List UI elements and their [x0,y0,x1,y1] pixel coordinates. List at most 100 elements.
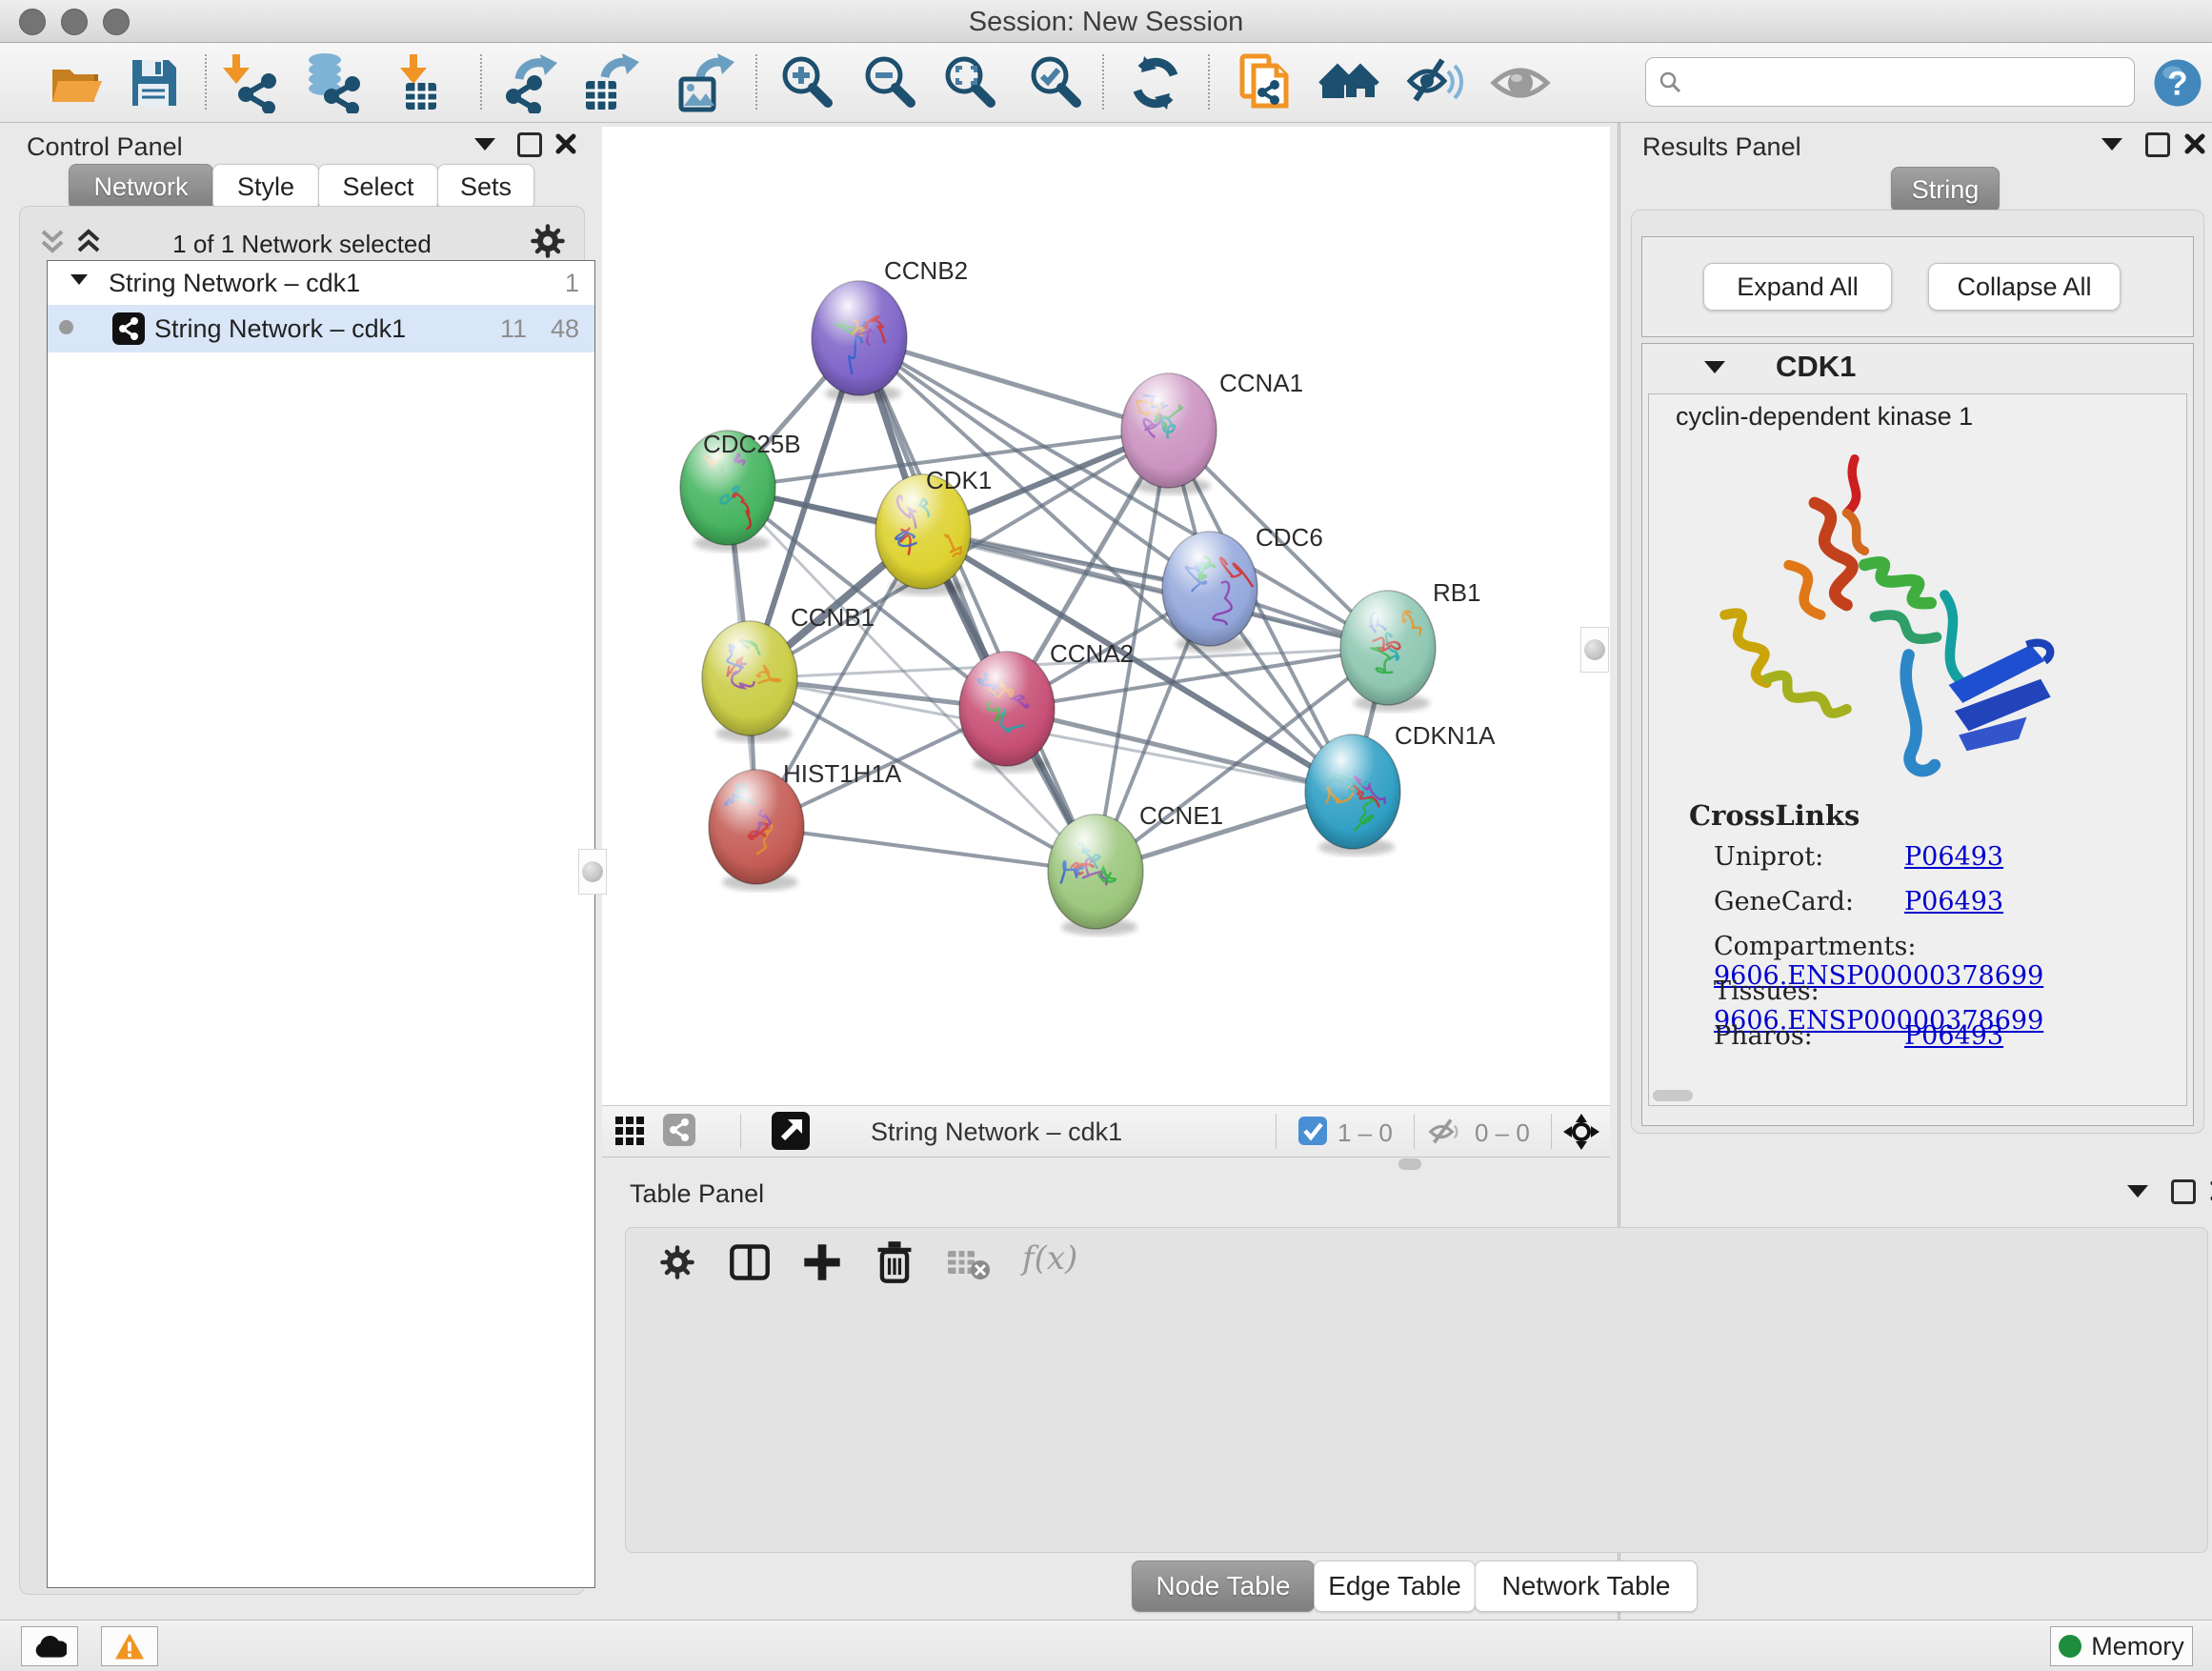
export-image-icon[interactable] [674,52,734,113]
node-label: HIST1H1A [783,759,902,788]
network-selection-summary: 1 of 1 Network selected [20,230,584,259]
cloud-status-button[interactable] [21,1626,78,1666]
network-node-CDKN1A[interactable]: CDKN1A [1305,721,1496,856]
crosslinks-list: Uniprot:P06493 GeneCard:P06493 Compartme… [1714,842,2186,1066]
table-panel: Table Panel f(x) shared namenamecanonica… [614,1179,2212,1618]
control-panel-title: Control Panel [27,132,183,162]
open-session-icon[interactable] [45,52,106,113]
network-node-RB1[interactable]: RB1 [1340,578,1481,712]
add-column-icon[interactable] [801,1241,843,1283]
results-hscrollbar-thumb[interactable] [1653,1090,1693,1101]
left-splitter-handle[interactable] [578,849,607,895]
node-label: CCNE1 [1139,801,1223,830]
network-node-CCNE1[interactable]: CCNE1 [1048,801,1223,936]
network-node-CCNA2[interactable]: CCNA2 [959,639,1134,773]
pan-crosshair-icon[interactable] [1562,1113,1600,1151]
memory-button[interactable]: Memory [2050,1626,2193,1666]
node-label: CCNB2 [884,256,968,285]
network-collection-row[interactable]: String Network – cdk1 1 [48,261,594,305]
zoom-selected-icon[interactable] [1025,52,1086,113]
zoom-fit-icon[interactable] [939,52,1000,113]
crosslink-link[interactable]: P06493 [1904,842,2003,872]
export-table-icon[interactable] [580,52,641,113]
tab-sets[interactable]: Sets [437,164,534,210]
warnings-button[interactable] [101,1626,158,1666]
grid-view-icon[interactable] [615,1117,646,1147]
gene-description: cyclin-dependent kinase 1 [1676,402,1973,432]
first-neighbors-icon[interactable] [1125,52,1186,113]
zoom-in-icon[interactable] [776,52,837,113]
help-icon[interactable]: ? [2151,56,2204,110]
float-panel-icon[interactable] [2145,132,2170,157]
crosslink-label: Tissues: [1714,976,1904,1006]
right-splitter-handle[interactable] [1580,627,1609,673]
node-label: CDC25B [703,430,801,458]
float-panel-icon[interactable] [517,132,542,157]
memory-label: Memory [2091,1632,2184,1661]
home-networks-icon[interactable] [1318,52,1379,113]
clone-network-icon[interactable] [1237,52,1297,113]
collapse-panel-icon[interactable] [2101,138,2122,151]
selected-nodes-checkbox[interactable] [1298,1117,1327,1145]
crosslink-label: Uniprot: [1714,842,1904,872]
network-node-HIST1H1A[interactable]: HIST1H1A [709,759,902,891]
float-panel-icon[interactable] [2171,1179,2196,1204]
import-network-file-icon[interactable] [219,52,280,113]
node-label: CDKN1A [1395,721,1496,750]
tab-network[interactable]: Network [69,164,213,210]
close-panel-icon[interactable] [554,132,577,155]
zoom-out-icon[interactable] [859,52,920,113]
toolbar-separator [1102,54,1104,110]
gene-collapse-icon[interactable] [1704,361,1725,373]
network-edge-HIST1H1A-CCNE1[interactable] [756,827,1096,872]
show-columns-icon[interactable] [729,1241,771,1283]
toolbar-separator [205,54,207,110]
search-field[interactable] [1645,57,2135,107]
crosslinks-heading: CrossLinks [1689,799,1860,832]
separator [1414,1114,1415,1149]
tab-select[interactable]: Select [318,164,438,210]
bottom-splitter-handle[interactable] [1398,1158,1421,1170]
collapse-panel-icon[interactable] [2127,1185,2148,1198]
gene-symbol: CDK1 [1776,350,1856,384]
search-input[interactable] [1690,67,2113,98]
selected-counter: 1 – 0 [1337,1118,1393,1148]
network-graph[interactable]: CCNB2CCNA1CDC25BCDK1CDC6RB1CCNB1CCNA2CDK… [602,127,1610,1105]
collapse-panel-icon[interactable] [474,138,495,151]
hidden-counter: 0 – 0 [1475,1118,1530,1148]
expand-all-button[interactable]: Expand All [1703,263,1892,311]
import-table-icon[interactable] [391,52,452,113]
import-network-database-icon[interactable] [302,52,363,113]
tab-style[interactable]: Style [212,164,319,210]
network-node-CDK1[interactable]: CDK1 [875,466,992,595]
protein-structure-image [1697,447,2097,823]
network-edge-CCNB2-CCNE1[interactable] [859,338,1096,872]
birdseye-view-icon[interactable] [772,1112,810,1150]
collection-expand-icon[interactable] [70,274,88,285]
application-window: Session: New Session [0,0,2212,1671]
node-label: RB1 [1433,578,1481,607]
close-panel-icon[interactable] [2183,132,2206,155]
table-options-gear-icon[interactable] [658,1243,696,1281]
hide-selected-icon[interactable] [1404,52,1465,113]
save-session-icon[interactable] [123,52,184,113]
tab-string[interactable]: String [1891,167,2000,212]
window-title: Session: New Session [0,7,2212,38]
share-view-icon[interactable] [663,1114,695,1146]
network-view-toolbar: String Network – cdk1 1 – 0 0 – 0 [602,1105,1610,1158]
network-view-canvas[interactable]: CCNB2CCNA1CDC25BCDK1CDC6RB1CCNB1CCNA2CDK… [602,127,1610,1105]
tab-network-table[interactable]: Network Table [1475,1560,1698,1612]
network-options-gear-icon[interactable] [529,222,567,260]
show-all-icon[interactable] [1490,52,1551,113]
crosslink-link[interactable]: P06493 [1904,887,2003,916]
separator [740,1114,741,1149]
hidden-items-icon[interactable] [1427,1117,1465,1146]
export-network-icon[interactable] [502,52,563,113]
crosslink-link[interactable]: P06493 [1904,1021,2003,1051]
collapse-all-button[interactable]: Collapse All [1928,263,2121,311]
network-node-CCNB2[interactable]: CCNB2 [812,256,968,402]
network-row-selected[interactable]: String Network – cdk1 11 48 [48,305,594,352]
delete-column-icon[interactable] [874,1239,915,1285]
tab-edge-table[interactable]: Edge Table [1314,1560,1476,1612]
tab-node-table[interactable]: Node Table [1132,1560,1315,1612]
